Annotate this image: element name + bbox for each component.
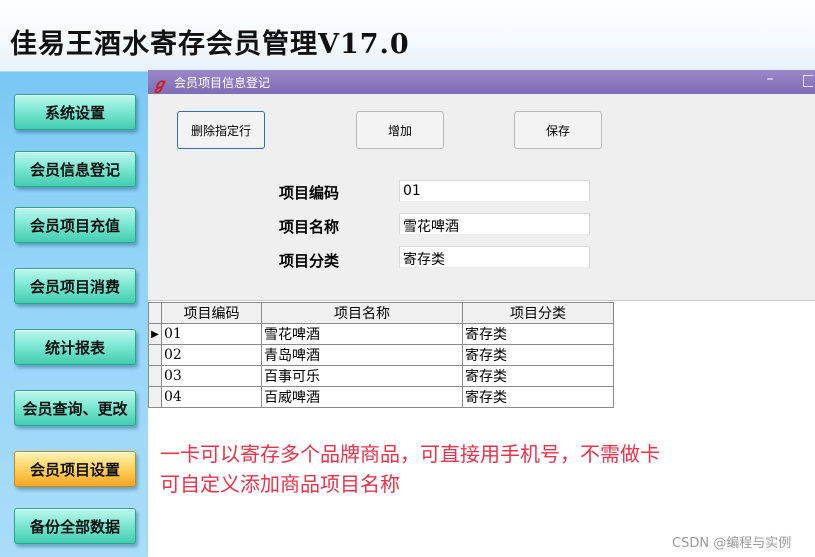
sidebar-item-project-settings[interactable]: 会员项目设置 bbox=[14, 451, 136, 487]
table-row[interactable]: ▶ 01 雪花啤酒 寄存类 bbox=[148, 323, 614, 345]
sidebar-item-system-settings[interactable]: 系统设置 bbox=[14, 94, 136, 130]
project-grid: 项目编码 项目名称 项目分类 ▶ 01 雪花啤酒 寄存类 02 青岛啤酒 寄存类 bbox=[148, 302, 615, 408]
delete-row-button[interactable]: 删除指定行 bbox=[177, 111, 265, 149]
app-banner: 佳易王酒水寄存会员管理V17.0 bbox=[0, 0, 815, 72]
cell-category[interactable]: 寄存类 bbox=[462, 365, 614, 387]
add-button[interactable]: 增加 bbox=[356, 111, 444, 149]
maximize-icon[interactable] bbox=[803, 75, 813, 87]
row-header-cell[interactable] bbox=[148, 365, 162, 387]
dialog-title: 会员项目信息登记 bbox=[174, 76, 271, 90]
cell-code[interactable]: 03 bbox=[161, 365, 262, 387]
sidebar-item-member-consumption[interactable]: 会员项目消费 bbox=[14, 268, 136, 304]
sidebar-item-member-recharge[interactable]: 会员项目充值 bbox=[14, 207, 136, 243]
cell-code[interactable]: 01 bbox=[161, 323, 262, 345]
cell-name[interactable]: 百威啤酒 bbox=[261, 386, 463, 408]
project-category-label: 项目分类 bbox=[279, 252, 340, 270]
grid-header-category[interactable]: 项目分类 bbox=[462, 302, 614, 324]
feature-note-2: 可自定义添加商品项目名称 bbox=[160, 472, 400, 496]
grid-header-row: 项目编码 项目名称 项目分类 bbox=[148, 302, 614, 324]
form-area: 删除指定行 增加 保存 项目编码 01 项目名称 雪花啤酒 项目分类 寄存类 bbox=[148, 94, 815, 301]
project-code-input[interactable]: 01 bbox=[399, 180, 590, 202]
save-button[interactable]: 保存 bbox=[514, 111, 602, 149]
table-row[interactable]: 02 青岛啤酒 寄存类 bbox=[148, 344, 614, 366]
project-name-input[interactable]: 雪花啤酒 bbox=[399, 213, 590, 235]
dialog-titlebar: ℊ 会员项目信息登记 – bbox=[148, 70, 815, 94]
row-header-cell[interactable] bbox=[148, 386, 162, 408]
project-registration-dialog: ℊ 会员项目信息登记 – 删除指定行 增加 保存 项目编码 01 项目名称 雪花… bbox=[148, 70, 815, 557]
table-row[interactable]: 04 百威啤酒 寄存类 bbox=[148, 386, 614, 408]
sidebar-item-backup-data[interactable]: 备份全部数据 bbox=[14, 508, 136, 544]
project-name-label: 项目名称 bbox=[279, 218, 340, 236]
feature-note-1: 一卡可以寄存多个品牌商品，可直接用手机号，不需做卡 bbox=[160, 442, 660, 466]
cell-name[interactable]: 青岛啤酒 bbox=[261, 344, 463, 366]
row-pointer-icon[interactable]: ▶ bbox=[148, 323, 162, 345]
cell-category[interactable]: 寄存类 bbox=[462, 323, 614, 345]
sidebar-item-statistics-report[interactable]: 统计报表 bbox=[14, 329, 136, 365]
cell-category[interactable]: 寄存类 bbox=[462, 344, 614, 366]
cell-code[interactable]: 04 bbox=[161, 386, 262, 408]
cell-name[interactable]: 雪花啤酒 bbox=[261, 323, 463, 345]
cell-code[interactable]: 02 bbox=[161, 344, 262, 366]
watermark: CSDN @编程与实例 bbox=[672, 536, 792, 551]
table-row[interactable]: 03 百事可乐 寄存类 bbox=[148, 365, 614, 387]
project-code-label: 项目编码 bbox=[279, 184, 340, 202]
grid-header-name[interactable]: 项目名称 bbox=[261, 302, 463, 324]
jiayi-logo-icon: ℊ bbox=[152, 75, 168, 93]
grid-corner-cell bbox=[148, 302, 162, 324]
row-header-cell[interactable] bbox=[148, 344, 162, 366]
cell-name[interactable]: 百事可乐 bbox=[261, 365, 463, 387]
app-title: 佳易王酒水寄存会员管理V17.0 bbox=[10, 29, 410, 60]
project-category-input[interactable]: 寄存类 bbox=[399, 246, 590, 268]
cell-category[interactable]: 寄存类 bbox=[462, 386, 614, 408]
sidebar-item-member-registration[interactable]: 会员信息登记 bbox=[14, 151, 136, 187]
grid-header-code[interactable]: 项目编码 bbox=[161, 302, 262, 324]
sidebar-item-member-query[interactable]: 会员查询、更改 bbox=[14, 390, 136, 426]
minimize-icon[interactable]: – bbox=[760, 71, 780, 91]
